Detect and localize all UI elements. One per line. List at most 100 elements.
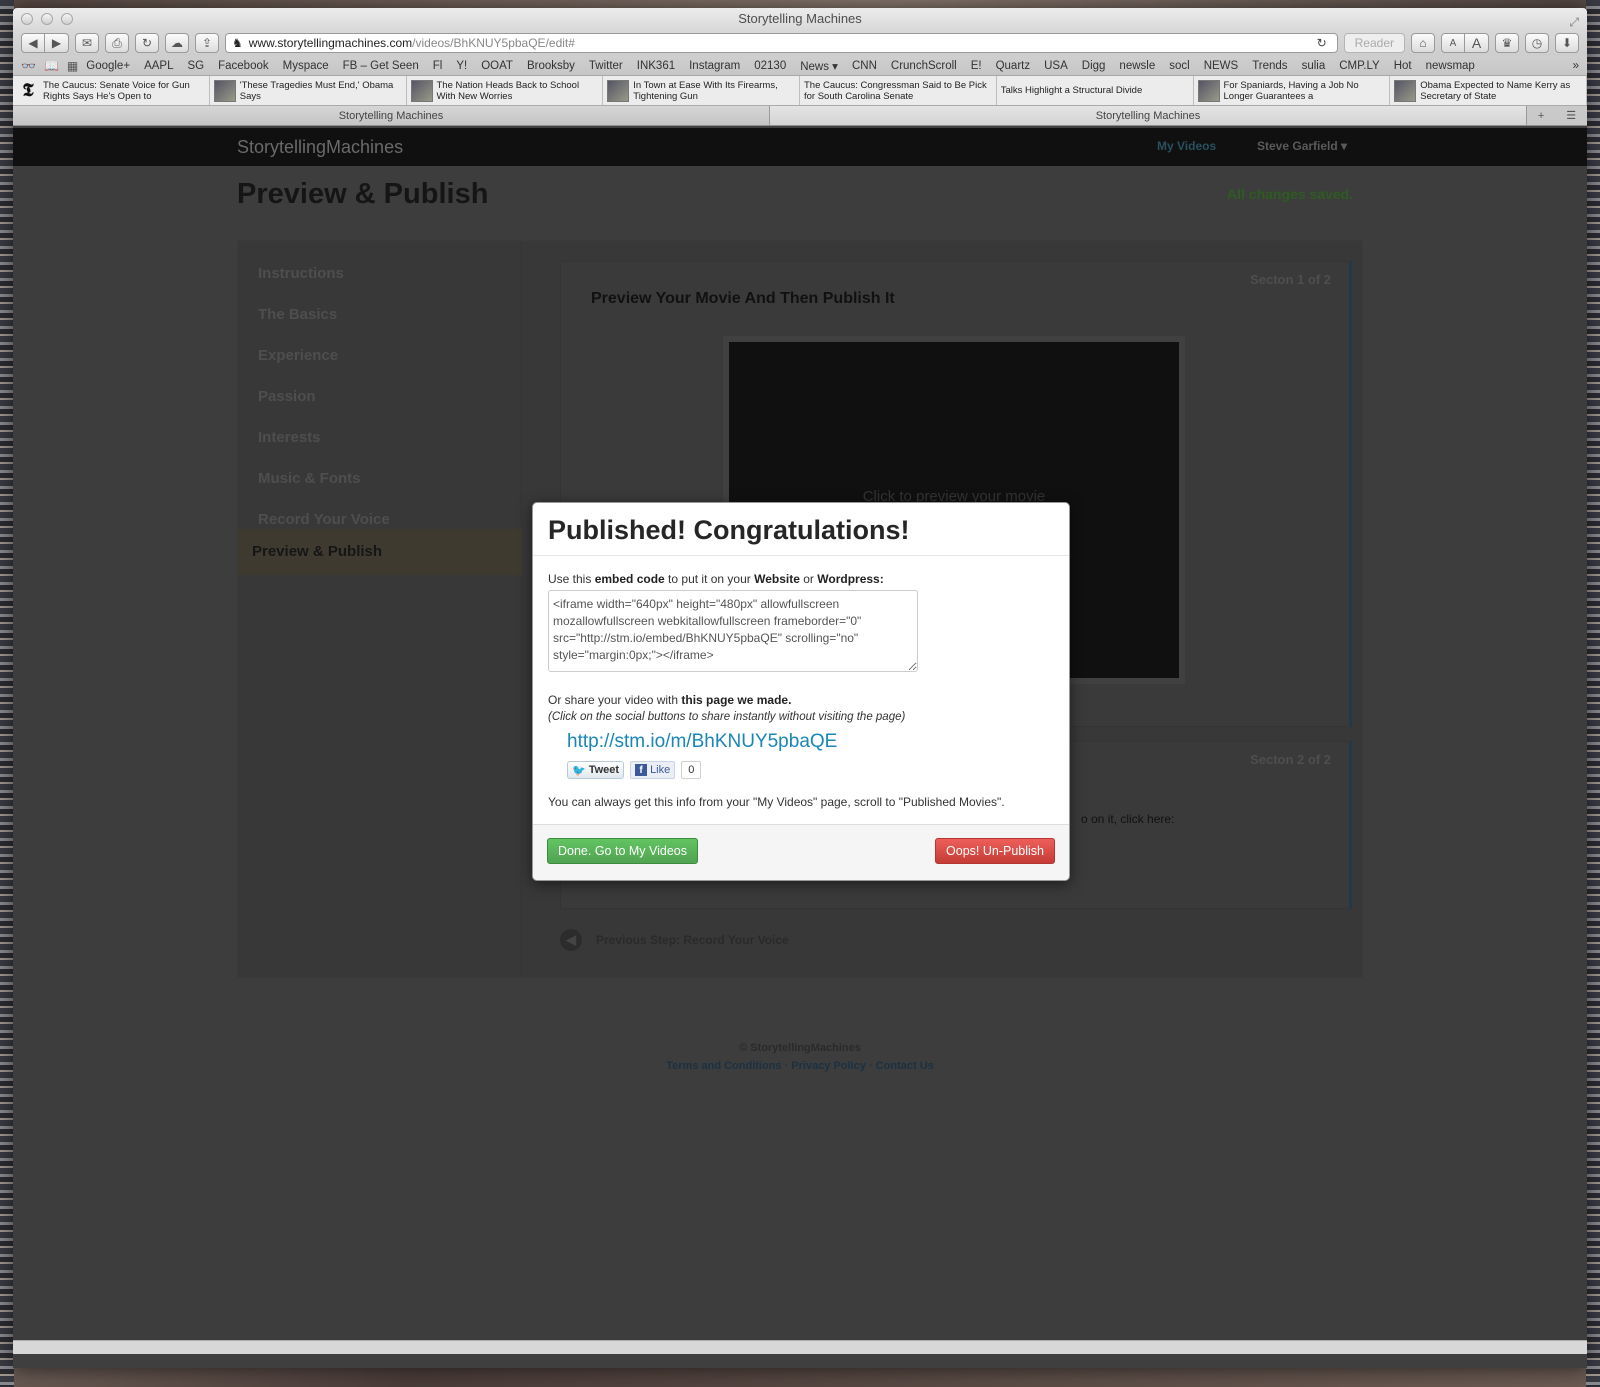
back-button[interactable]: ◀ <box>21 33 45 53</box>
news-thumbnail <box>607 79 630 102</box>
reload-icon[interactable]: ↻ <box>1317 36 1327 50</box>
more-bookmarks-icon[interactable]: » <box>1573 60 1579 72</box>
open-book-icon[interactable]: 📖 <box>44 59 59 73</box>
sidebar-item-passion[interactable]: Passion <box>258 388 316 405</box>
steps-sidebar: Instructions The Basics Experience Passi… <box>238 241 522 977</box>
home-button[interactable]: ⌂ <box>1411 33 1435 53</box>
news-item[interactable]: In Town at Ease With Its Firearms, Tight… <box>603 76 800 105</box>
bookmark-item[interactable]: Myspace <box>283 60 329 72</box>
bookmark-item[interactable]: SG <box>187 60 204 72</box>
site-brand[interactable]: StorytellingMachines <box>237 137 403 158</box>
sidebar-item-experience[interactable]: Experience <box>258 347 338 364</box>
site-favicon-icon: ♞ <box>232 36 243 50</box>
address-bar[interactable]: ♞ www.storytellingmachines.com /videos/B… <box>225 33 1338 53</box>
share-button[interactable]: ⇪ <box>195 33 219 53</box>
tab-bar: Storytelling Machines Storytelling Machi… <box>13 106 1587 126</box>
downloads-button[interactable]: ⬇ <box>1555 33 1579 53</box>
sidebar-item-basics[interactable]: The Basics <box>258 306 337 323</box>
print-button[interactable]: ⎙ <box>105 33 129 53</box>
crown-icon: ♛ <box>1501 36 1513 50</box>
bookmark-item[interactable]: NEWS <box>1204 60 1239 72</box>
bookmark-item[interactable]: Fl <box>433 60 443 72</box>
news-item[interactable]: Obama Expected to Name Kerry as Secretar… <box>1390 76 1587 105</box>
bookmark-item[interactable]: Brooksby <box>527 60 575 72</box>
text-larger-button[interactable]: A <box>1465 33 1489 53</box>
bookmark-item[interactable]: INK361 <box>637 60 675 72</box>
news-item[interactable]: 𝕿 The Caucus: Senate Voice for Gun Rights… <box>13 76 210 105</box>
reader-button[interactable]: Reader <box>1343 33 1405 53</box>
sidebar-item-instructions[interactable]: Instructions <box>258 265 344 282</box>
news-item[interactable]: The Caucus: Congressman Said to Be Pick … <box>800 76 997 105</box>
bookmark-item[interactable]: Quartz <box>996 60 1031 72</box>
news-item[interactable]: For Spaniards, Having a Job No Longer Gu… <box>1194 76 1391 105</box>
tab-storytelling-2[interactable]: Storytelling Machines <box>770 106 1527 125</box>
bookmark-item[interactable]: Instagram <box>689 60 740 72</box>
news-item[interactable]: 'These Tragedies Must End,' Obama Says <box>210 76 407 105</box>
bookmark-item[interactable]: CrunchScroll <box>891 60 957 72</box>
back-arrow-icon: ◀ <box>28 36 38 50</box>
news-item[interactable]: The Nation Heads Back to School With New… <box>407 76 604 105</box>
sidebar-item-record-voice[interactable]: Record Your Voice <box>258 511 390 528</box>
bookmark-item[interactable]: Trends <box>1252 60 1287 72</box>
bookmark-item[interactable]: CMP.LY <box>1339 60 1379 72</box>
new-tab-icon[interactable]: + <box>1538 110 1544 122</box>
icloud-button[interactable]: ☁ <box>165 33 189 53</box>
bookmark-item[interactable]: socl <box>1169 60 1189 72</box>
embed-intro: Use this embed code to put it on your We… <box>548 572 884 586</box>
history-button[interactable]: ◷ <box>1525 33 1549 53</box>
refresh-icon: ↻ <box>141 36 153 50</box>
minimize-window-button[interactable] <box>41 13 53 25</box>
bookmark-item[interactable]: CNN <box>852 60 877 72</box>
social-buttons: 🐦 Tweet f Like 0 <box>567 761 1054 779</box>
text-smaller-button[interactable]: A <box>1441 33 1465 53</box>
bookmark-item[interactable]: FB – Get Seen <box>343 60 419 72</box>
tweet-button[interactable]: 🐦 Tweet <box>567 761 625 779</box>
news-thumbnail <box>1197 79 1220 102</box>
nav-my-videos[interactable]: My Videos <box>1157 139 1216 153</box>
bookmark-item[interactable]: Hot <box>1394 60 1412 72</box>
sidebar-item-interests[interactable]: Interests <box>258 429 321 446</box>
bookmark-item[interactable]: USA <box>1044 60 1068 72</box>
embed-code-textarea[interactable]: <iframe width="640px" height="480px" all… <box>548 590 918 672</box>
share-icon: ⇪ <box>201 36 213 50</box>
bookmark-item[interactable]: E! <box>971 60 982 72</box>
close-window-button[interactable] <box>21 13 33 25</box>
modal-body: Use this embed code to put it on your We… <box>533 556 1069 809</box>
nav-user-menu[interactable]: Steve Garfield ▾ <box>1257 139 1347 153</box>
footer-links[interactable]: Terms and Conditions · Privacy Policy · … <box>13 1060 1587 1072</box>
news-item[interactable]: Talks Highlight a Structural Divide <box>997 76 1194 105</box>
share-page-link[interactable]: http://stm.io/m/BhKNUY5pbaQE <box>567 731 1054 753</box>
done-go-to-my-videos-button[interactable]: Done. Go to My Videos <box>547 838 699 864</box>
bookmark-item[interactable]: 02130 <box>754 60 786 72</box>
bookmark-button[interactable]: ♛ <box>1495 33 1519 53</box>
bookmark-item[interactable]: newsle <box>1119 60 1155 72</box>
bookmark-item[interactable]: Digg <box>1082 60 1106 72</box>
bookmark-item[interactable]: Facebook <box>218 60 269 72</box>
facebook-like-button[interactable]: f Like <box>630 761 676 779</box>
bookmark-item[interactable]: AAPL <box>144 60 173 72</box>
top-sites-grid-icon[interactable]: ▦ <box>67 59 78 73</box>
mail-button[interactable]: ✉ <box>75 33 99 53</box>
reading-list-icon[interactable]: 👓 <box>21 59 36 73</box>
bookmark-item[interactable]: Google+ <box>86 60 130 72</box>
sidebar-item-music-fonts[interactable]: Music & Fonts <box>258 470 361 487</box>
sidebar-item-preview-publish[interactable]: Preview & Publish <box>238 529 522 575</box>
tab-storytelling-1[interactable]: Storytelling Machines <box>13 106 770 125</box>
bookmark-item[interactable]: OOAT <box>481 60 513 72</box>
bookmark-item[interactable]: Y! <box>456 60 467 72</box>
fullscreen-icon[interactable]: ⤢ <box>1569 11 1579 33</box>
tab-overview-icon[interactable]: ☰ <box>1566 109 1576 122</box>
previous-step-link[interactable]: ◀ Previous Step: Record Your Voice <box>560 929 789 951</box>
site-footer: © StorytellingMachines Terms and Conditi… <box>13 1042 1587 1072</box>
forward-button[interactable]: ▶ <box>45 33 69 53</box>
url-domain: www.storytellingmachines.com <box>248 36 413 50</box>
twitter-bird-icon: 🐦 <box>572 764 586 777</box>
unpublish-button[interactable]: Oops! Un-Publish <box>935 838 1055 864</box>
bookmark-item[interactable]: News ▾ <box>800 59 838 73</box>
bookmark-item[interactable]: Twitter <box>589 60 623 72</box>
zoom-window-button[interactable] <box>61 13 73 25</box>
bookmark-item[interactable]: sulia <box>1302 60 1326 72</box>
bookmark-item[interactable]: newsmap <box>1426 60 1475 72</box>
refresh-button[interactable]: ↻ <box>135 33 159 53</box>
printer-icon: ⎙ <box>112 35 122 50</box>
